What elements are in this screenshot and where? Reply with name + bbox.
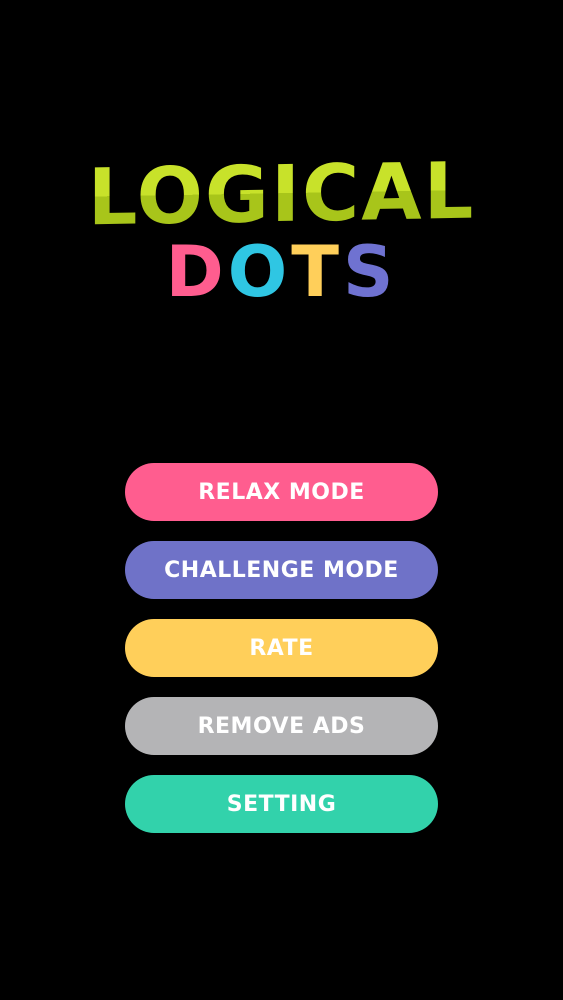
- main-menu: RELAX MODE CHALLENGE MODE RATE REMOVE AD…: [125, 463, 438, 853]
- logo-letter-t: T: [291, 231, 343, 313]
- setting-button[interactable]: SETTING: [125, 775, 438, 833]
- logo-letter-o: O: [227, 231, 292, 313]
- game-logo: LOGICAL DOTS: [0, 147, 563, 320]
- rate-button[interactable]: RATE: [125, 619, 438, 677]
- logo-title-logical: LOGICAL: [0, 145, 563, 245]
- logo-letter-s: S: [342, 231, 398, 313]
- logo-title-dots: DOTS: [0, 232, 563, 312]
- relax-mode-button[interactable]: RELAX MODE: [125, 463, 438, 521]
- challenge-mode-button[interactable]: CHALLENGE MODE: [125, 541, 438, 599]
- logo-letter-d: D: [165, 231, 228, 313]
- remove-ads-button[interactable]: REMOVE ADS: [125, 697, 438, 755]
